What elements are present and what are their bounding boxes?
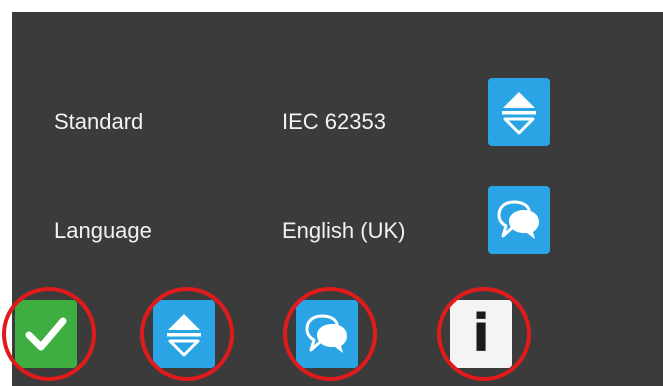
up-down-arrow-icon [167,314,201,357]
select-button[interactable] [153,300,215,368]
speech-bubbles-icon [305,314,347,353]
language-value: English (UK) [282,218,406,243]
language-select-button[interactable] [488,186,550,254]
info-button[interactable]: i [450,300,512,368]
standard-label: Standard [54,109,144,134]
confirm-button[interactable] [15,300,77,368]
language-button[interactable] [296,300,358,368]
language-label: Language [54,218,152,243]
checkmark-icon [25,317,67,351]
info-icon: i [472,304,490,364]
up-down-arrow-icon [502,92,536,135]
speech-bubbles-icon [497,200,539,239]
standard-select-button[interactable] [488,78,550,146]
standard-value: IEC 62353 [282,109,386,134]
